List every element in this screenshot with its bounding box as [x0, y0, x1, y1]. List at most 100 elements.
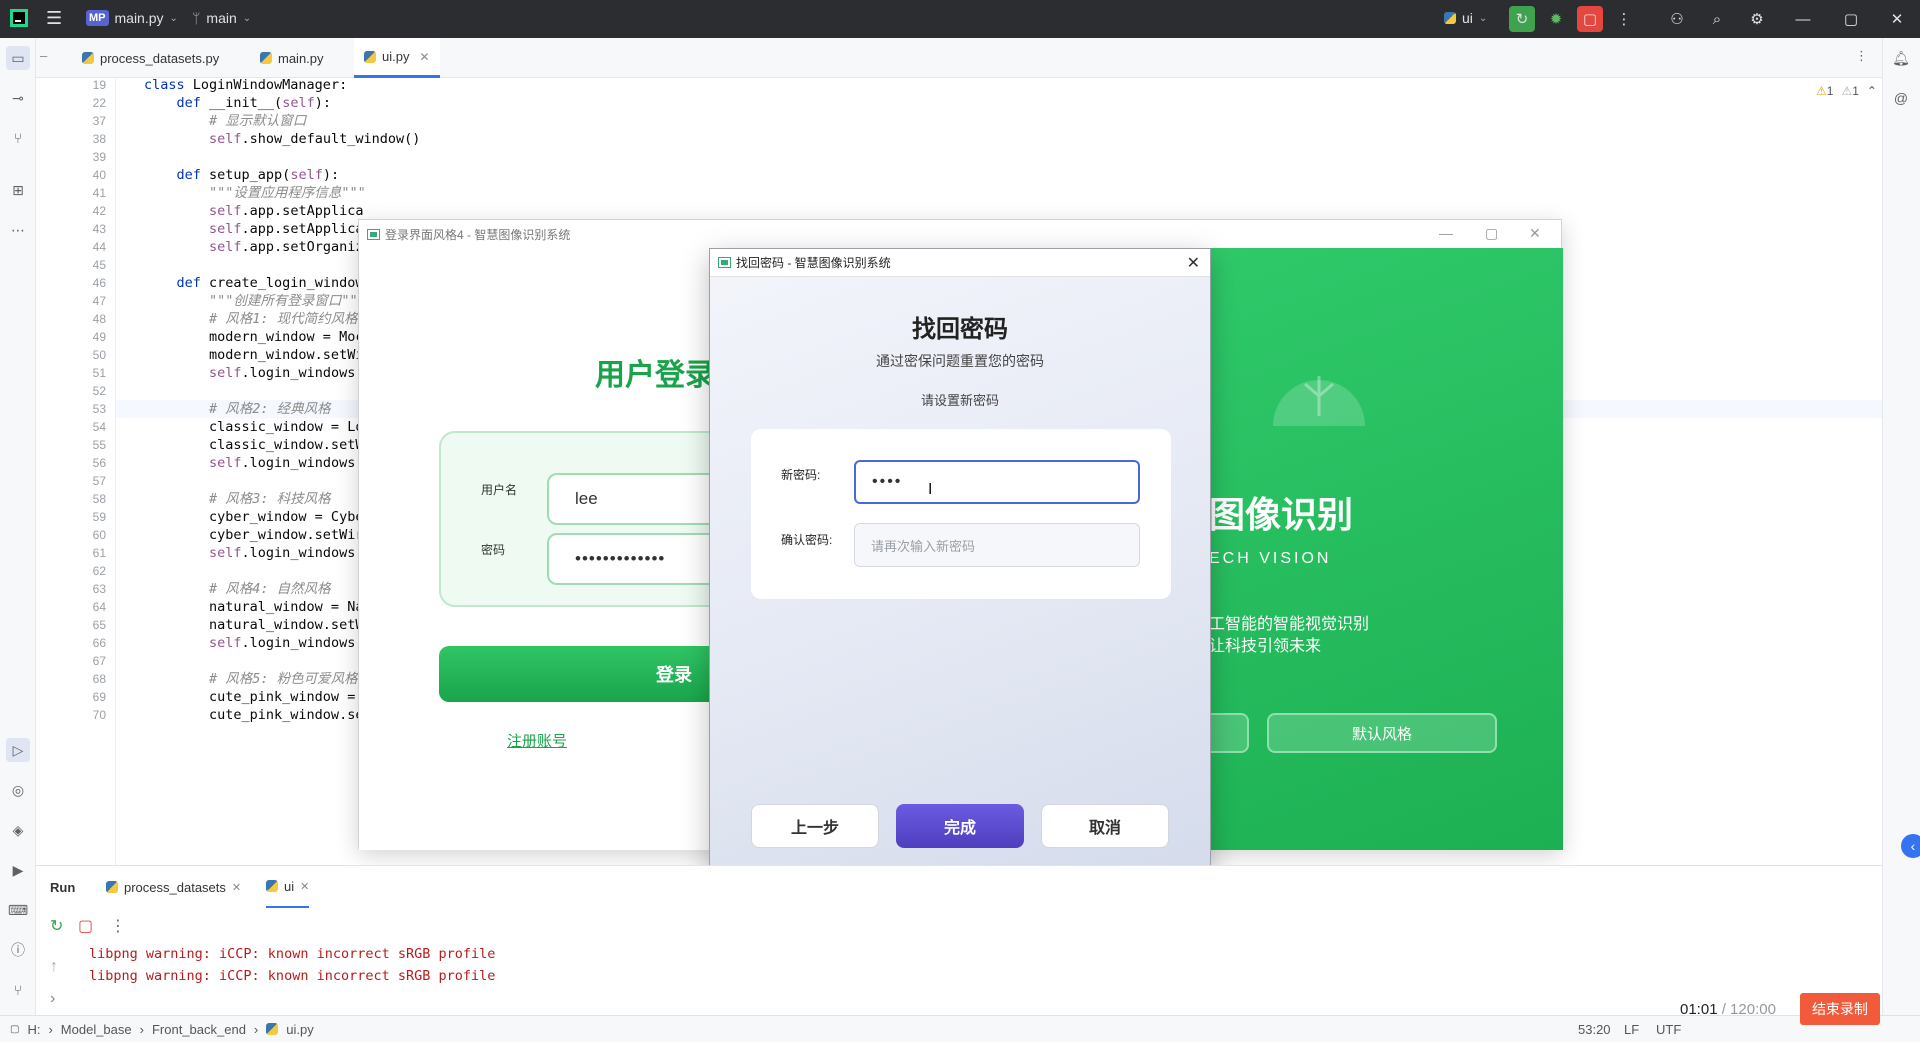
project-folder-icon[interactable]: ▭ — [6, 46, 30, 70]
breadcrumb: ▢ H: › Model_base › Front_back_end › ui.… — [10, 1022, 314, 1037]
search-icon[interactable]: ⌕ — [1704, 6, 1730, 32]
python-file-icon — [364, 50, 376, 63]
register-link[interactable]: 注册账号 — [507, 730, 567, 751]
layers-icon[interactable]: ◈ — [6, 818, 30, 842]
run-config-name: ui — [1462, 10, 1473, 26]
branch-selector[interactable]: ᛘ main ⌄ — [192, 10, 251, 26]
rerun-icon[interactable]: ↻ — [1509, 6, 1535, 32]
login-branding-panel: 图像识别 ECH VISION 工智能的智能视觉识别 让科技引领未来 默认风格 — [1199, 248, 1563, 850]
commit-icon[interactable]: ⊸ — [6, 86, 30, 110]
line-number: 60 — [92, 528, 106, 542]
tab-main[interactable]: main.py — [250, 38, 334, 78]
run-tab-ui[interactable]: ui ✕ — [266, 866, 310, 908]
chevron-right-icon: › — [139, 1021, 144, 1037]
app-logo-icon[interactable] — [10, 9, 28, 27]
structure-icon[interactable]: ⊞ — [6, 178, 30, 202]
recording-total: / 120:00 — [1721, 1000, 1776, 1018]
file-encoding[interactable]: UTF — [1656, 1022, 1681, 1037]
more-icon[interactable]: ⋮ — [110, 916, 126, 936]
dialog-step-label: 请设置新密码 — [920, 393, 999, 408]
more-actions-icon[interactable]: ⋮ — [1611, 6, 1637, 32]
problems-icon[interactable]: ⓘ — [6, 938, 30, 962]
left-tool-strip: ▭ ⊸ ⑂ ⊞ ⋯ ▷ ◎ ◈ ▶ ⌨ ⓘ ⑂ — [0, 38, 36, 1015]
default-style-button[interactable]: 默认风格 — [1267, 713, 1497, 753]
line-number: 38 — [92, 132, 106, 146]
chevron-down-icon: ⌄ — [169, 12, 178, 24]
more-tools-icon[interactable]: ⋯ — [6, 218, 30, 242]
services-icon[interactable]: ▶ — [6, 858, 30, 882]
stop-recording-button[interactable]: 结束录制 — [1799, 993, 1880, 1025]
close-tab-icon[interactable]: ✕ — [300, 880, 309, 893]
close-tab-icon[interactable]: ✕ — [232, 881, 241, 894]
window-logo-icon — [718, 257, 731, 268]
maximize-icon[interactable]: ▢ — [1485, 225, 1498, 242]
terminal-icon[interactable]: ⌨ — [6, 898, 30, 922]
code-line: # 风格1: 现代简约风格 — [144, 311, 358, 327]
rerun-icon[interactable]: ↻ — [50, 916, 63, 936]
weak-warning-indicator[interactable]: ⚠1 — [1841, 84, 1858, 98]
maximize-icon[interactable]: ▢ — [1838, 6, 1864, 32]
breadcrumb-item[interactable]: ui.py — [286, 1022, 313, 1037]
warning-indicator[interactable]: ⚠1 — [1816, 84, 1833, 98]
pull-requests-icon[interactable]: ⑂ — [6, 126, 30, 150]
line-number: 22 — [92, 96, 106, 110]
breadcrumb-item[interactable]: H: — [27, 1022, 40, 1037]
line-number: 68 — [92, 672, 106, 686]
stop-icon[interactable]: ▢ — [1577, 6, 1603, 32]
login-window-title: 登录界面风格4 - 智慧图像识别系统 — [385, 227, 571, 242]
collapse-icon[interactable]: – — [40, 48, 47, 63]
run-config-selector[interactable]: ui ⌄ — [1444, 10, 1487, 26]
tab-process-datasets[interactable]: process_datasets.py — [72, 38, 229, 78]
python-file-icon — [260, 52, 272, 64]
close-tab-icon[interactable]: ✕ — [419, 50, 429, 64]
console-output-line: libpng warning: iCCP: known incorrect sR… — [89, 946, 496, 962]
run-tool-icon[interactable]: ▷ — [6, 738, 30, 762]
cancel-button[interactable]: 取消 — [1041, 804, 1169, 848]
new-password-input[interactable]: •••• — [854, 460, 1140, 504]
expand-icon[interactable]: › — [50, 990, 55, 1008]
ai-assistant-icon[interactable]: @ — [1889, 86, 1913, 110]
line-number: 39 — [92, 150, 106, 164]
code-line: self.app.setOrganiz — [209, 239, 364, 255]
python-console-icon[interactable]: ◎ — [6, 778, 30, 802]
code-line: def __init__(self): — [176, 95, 331, 111]
inspection-widget[interactable]: ⚠1 ⚠1 ⌃ ⌄ — [1816, 84, 1882, 98]
python-file-icon — [266, 1023, 279, 1035]
tab-options-icon[interactable]: ⋮ — [1855, 48, 1868, 64]
breadcrumb-item[interactable]: Front_back_end — [152, 1022, 246, 1037]
notifications-bell-icon[interactable]: 🔔︎ — [1889, 46, 1913, 70]
settings-gear-icon[interactable]: ⚙ — [1744, 6, 1770, 32]
run-panel: Run process_datasets ✕ ui ✕ ↻ ▢ ⋮ ↑ › li… — [36, 865, 1882, 1015]
close-icon[interactable]: ✕ — [1529, 225, 1541, 242]
chevron-down-icon: ⌄ — [242, 12, 252, 24]
project-selector[interactable]: MP main.py ⌄ — [86, 10, 178, 26]
close-icon[interactable]: ✕ — [1187, 253, 1200, 273]
line-number: 47 — [92, 294, 106, 308]
chevron-right-icon: › — [48, 1021, 53, 1037]
up-arrow-icon[interactable]: ⌃ — [1867, 84, 1877, 98]
add-user-icon[interactable]: ⚇ — [1664, 6, 1690, 32]
line-separator[interactable]: LF — [1624, 1022, 1639, 1037]
debug-icon[interactable]: ✹ — [1543, 6, 1569, 32]
expand-panel-icon[interactable]: ‹ — [1901, 834, 1920, 858]
cursor-position[interactable]: 53:20 — [1578, 1022, 1611, 1037]
finish-button[interactable]: 完成 — [896, 804, 1024, 848]
git-icon[interactable]: ⑂ — [6, 978, 30, 1002]
main-menu-icon[interactable]: ☰ — [46, 8, 62, 29]
login-window-titlebar: 登录界面风格4 - 智慧图像识别系统 — ▢ ✕ — [359, 220, 1561, 248]
close-icon[interactable]: ✕ — [1884, 6, 1910, 32]
breadcrumb-item[interactable]: Model_base — [61, 1022, 132, 1037]
previous-step-button[interactable]: 上一步 — [751, 804, 879, 848]
stop-icon[interactable]: ▢ — [78, 916, 93, 936]
line-number: 48 — [92, 312, 106, 326]
minimize-icon[interactable]: — — [1439, 225, 1453, 241]
scroll-up-icon[interactable]: ↑ — [50, 958, 58, 976]
dialog-heading: 找回密码 — [912, 316, 1008, 343]
minimize-icon[interactable]: — — [1790, 6, 1816, 32]
tab-ui[interactable]: ui.py ✕ — [354, 38, 440, 78]
run-tab-process-datasets[interactable]: process_datasets ✕ — [106, 866, 241, 908]
confirm-password-input[interactable]: 请再次输入新密码 — [854, 523, 1140, 567]
code-line: # 风格4: 自然风格 — [144, 581, 331, 597]
line-number: 51 — [92, 366, 106, 380]
code-line: natural_window = Na — [144, 599, 364, 615]
